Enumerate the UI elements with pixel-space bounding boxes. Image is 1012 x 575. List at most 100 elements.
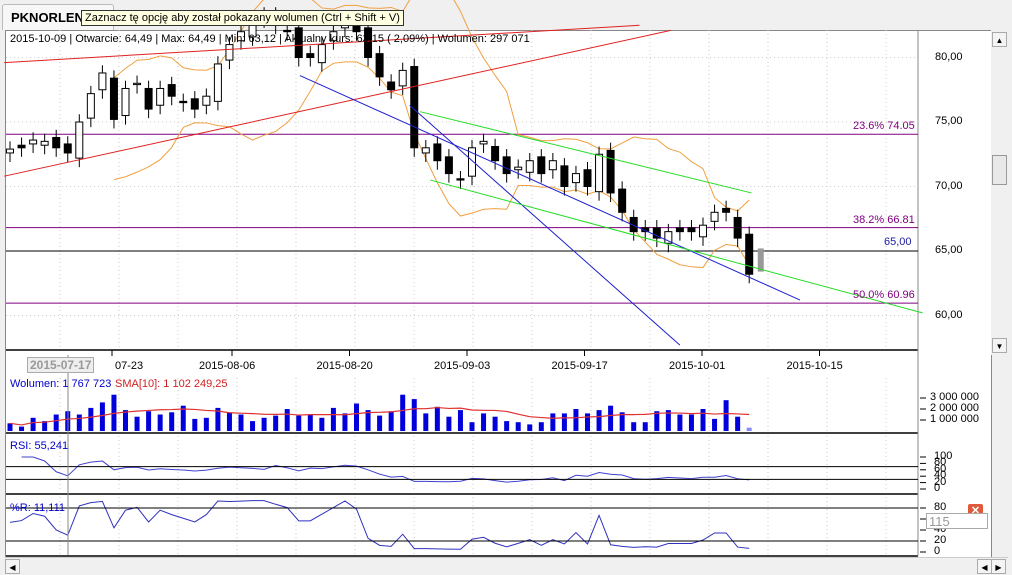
volume-bar (712, 418, 718, 431)
chart-canvas[interactable] (0, 0, 1012, 574)
candle (548, 160, 557, 171)
volume-bar (688, 414, 694, 431)
candle (722, 207, 731, 213)
candle (156, 87, 165, 106)
volume-bar (284, 409, 290, 431)
period-input[interactable]: 115 (926, 513, 988, 529)
volume-bar (550, 413, 556, 431)
wr-label: %R: 11,111 (10, 502, 66, 514)
volume-bar (400, 394, 406, 431)
candle (479, 140, 488, 145)
volume-bar (134, 416, 140, 431)
volume-bar (354, 403, 359, 431)
candle (421, 147, 430, 154)
candle (514, 166, 523, 171)
horizontal-scrollbar[interactable]: ◀ ◀ ▶ (5, 557, 1008, 575)
volume-bar (388, 411, 394, 431)
volume-bar (723, 400, 729, 431)
candle (433, 143, 442, 162)
candle (733, 216, 742, 239)
volume-bar (481, 413, 487, 431)
volume-bar (273, 415, 279, 431)
candle (606, 149, 615, 194)
scroll-left-end-button[interactable]: ◀ (977, 559, 992, 574)
volume-bar (146, 411, 152, 431)
volume-bar (654, 411, 660, 431)
candle (109, 77, 118, 120)
fib-label: 38.2% 66.81 (853, 213, 915, 226)
candle (190, 98, 199, 110)
candle (213, 63, 222, 102)
candle (40, 140, 49, 146)
candle (491, 146, 500, 162)
candle (537, 156, 546, 175)
scroll-thumb[interactable] (992, 155, 1007, 185)
candle (52, 136, 61, 149)
date-tick: 2015-08-06 (199, 360, 256, 372)
volume-bar (423, 413, 429, 431)
volume-bar (123, 410, 128, 431)
candle (571, 173, 580, 184)
candle (560, 165, 569, 187)
date-tick: 2015-08-20 (316, 360, 373, 372)
vertical-scrollbar[interactable]: ▲ ▼ (991, 30, 1008, 355)
volume-bar (608, 405, 614, 431)
volume-bar (469, 422, 475, 431)
volume-bar (411, 399, 417, 431)
volume-bar (642, 422, 648, 431)
candle (710, 211, 719, 222)
candle (687, 227, 696, 233)
candle (618, 188, 627, 213)
price-tick: 65,00 (935, 244, 963, 256)
candle (675, 227, 684, 233)
candle (387, 81, 396, 91)
volume-bar (561, 413, 567, 431)
scroll-right-button[interactable]: ▶ (991, 559, 1006, 574)
volume-bar (377, 415, 383, 431)
volume-bar (19, 426, 25, 431)
pending-candle (757, 248, 764, 272)
wr-tick: 0 (934, 545, 941, 557)
volume-bar (30, 417, 36, 431)
date-tick: 2015-10-15 (786, 360, 843, 372)
candle (456, 178, 465, 181)
volume-bar (76, 414, 82, 431)
price-tick: 75,00 (935, 115, 963, 127)
candle (745, 233, 754, 275)
volume-bar (735, 416, 741, 431)
candle (398, 69, 407, 87)
level-label: 65,00 (884, 236, 912, 248)
scroll-left-button[interactable]: ◀ (5, 559, 20, 574)
volume-bar (53, 414, 59, 431)
price-tick: 70,00 (935, 179, 963, 192)
candle (29, 139, 38, 145)
candle (202, 95, 211, 106)
volume-bar (700, 409, 706, 431)
volume-bar (296, 415, 302, 431)
trend-line-blue (299, 75, 801, 301)
date-tick: 2015-09-03 (434, 360, 491, 372)
volume-bar (226, 412, 232, 431)
rsi-label: RSI: 55,241 (10, 440, 69, 452)
candle (6, 148, 14, 154)
volume-bar (99, 402, 105, 431)
fib-label: 23.6% 74.05 (853, 120, 915, 133)
trend-line-blue (409, 104, 681, 346)
volume-bar (515, 422, 521, 431)
volume-bar (504, 421, 510, 431)
volume-bar (434, 406, 440, 431)
sma-label: SMA[10]: 1 102 249,25 (115, 378, 228, 390)
candle (98, 72, 107, 91)
ohlc-info: 2015-10-09 | Otwarcie: 64,49 | Max: 64,4… (10, 33, 530, 45)
volume-bar (238, 414, 244, 431)
scroll-up-button[interactable]: ▲ (992, 32, 1007, 47)
volume-bar (319, 417, 325, 431)
date-tick: 2015-10-01 (669, 360, 726, 372)
volume-bar (538, 422, 544, 431)
candle (699, 224, 707, 238)
volume-bar (631, 422, 637, 431)
trend-line-green (430, 179, 923, 314)
scroll-down-button[interactable]: ▼ (992, 338, 1007, 353)
rsi-tick: 0 (934, 482, 941, 494)
candle (121, 87, 130, 117)
